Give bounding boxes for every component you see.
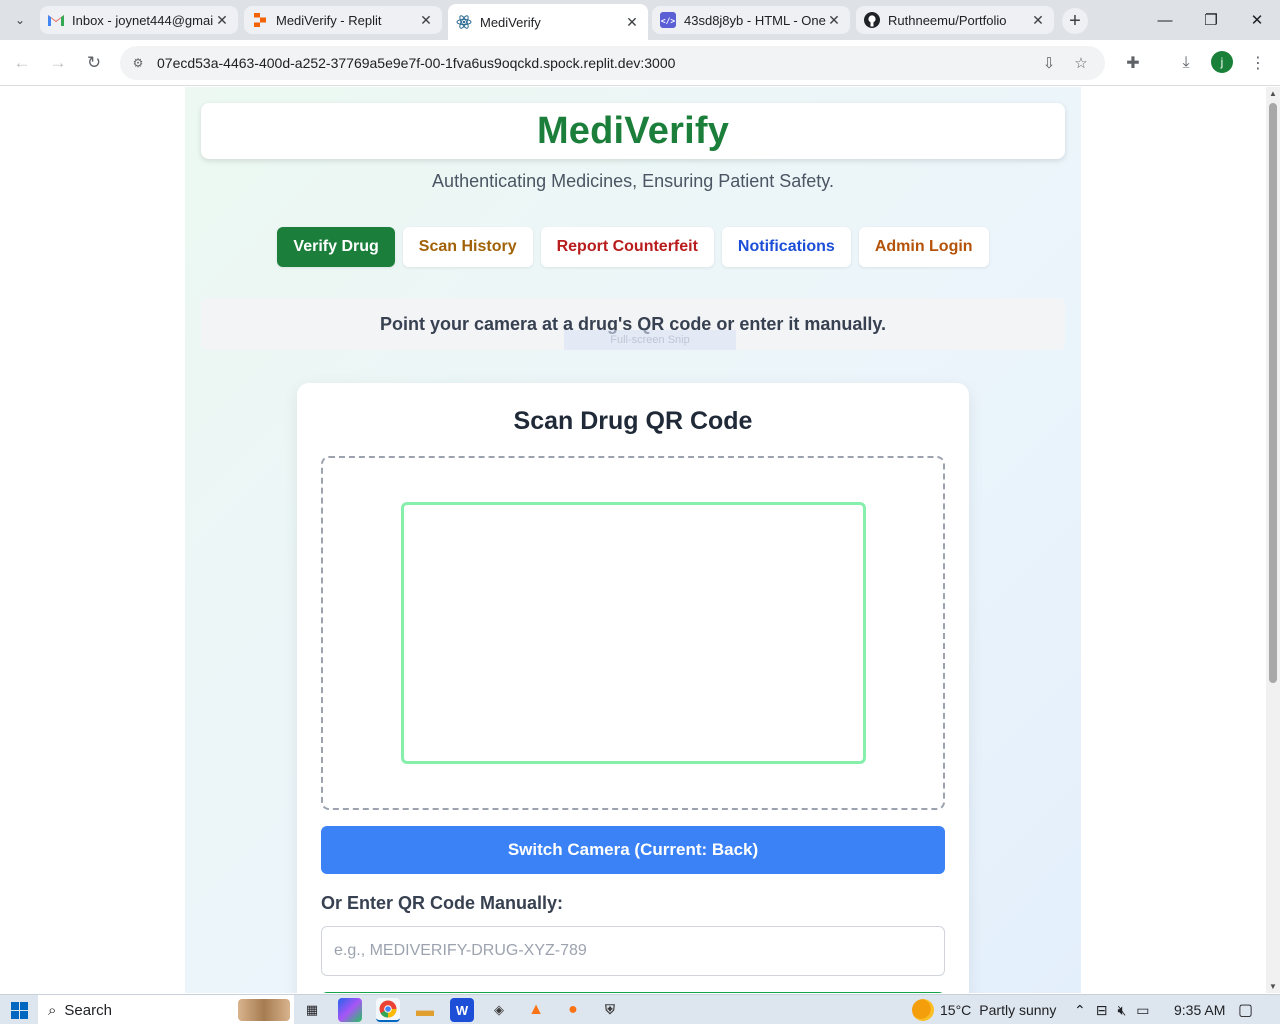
browser-toolbar: ← → ↻ ⚙ 07ecd53a-4463-400d-a252-37769a5e… xyxy=(0,40,1280,86)
nav-scan-history[interactable]: Scan History xyxy=(402,227,533,267)
copilot-icon[interactable] xyxy=(338,998,362,1022)
qr-code-input[interactable] xyxy=(321,926,945,976)
taskbar-search-box[interactable]: ⌕ Search xyxy=(38,995,294,1024)
weather-text: Partly sunny xyxy=(979,1002,1057,1018)
brand-title: MediVerify xyxy=(536,109,730,152)
nav-verify-drug[interactable]: Verify Drug xyxy=(277,227,395,267)
app-container: MediVerify Authenticating Medicines, Ens… xyxy=(185,87,1081,993)
nav-report-counterfeit[interactable]: Report Counterfeit xyxy=(540,227,714,267)
close-tab-icon[interactable]: ✕ xyxy=(1030,12,1046,29)
page-scrollbar[interactable]: ▲ ▼ xyxy=(1266,87,1280,993)
forward-arrow-icon[interactable]: → xyxy=(45,50,71,76)
url-text[interactable]: 07ecd53a-4463-400d-a252-37769a5e9e7f-00-… xyxy=(157,55,675,71)
clock[interactable]: 9:35 AM xyxy=(1174,995,1225,1024)
main-nav: Verify Drug Scan History Report Counterf… xyxy=(185,227,1081,267)
tab-title: MediVerify - Replit xyxy=(276,12,382,28)
extensions-puzzle-icon[interactable]: ✚ xyxy=(1120,50,1146,76)
close-window-icon[interactable]: ✕ xyxy=(1242,8,1272,32)
tagline: Authenticating Medicines, Ensuring Patie… xyxy=(432,171,834,191)
taskbar-search-label: Search xyxy=(64,1001,112,1019)
profile-avatar[interactable]: j xyxy=(1211,51,1233,73)
search-icon: ⌕ xyxy=(48,1001,57,1019)
scroll-up-arrow-icon[interactable]: ▲ xyxy=(1269,89,1277,98)
install-app-icon[interactable]: ⇩ xyxy=(1038,53,1060,73)
site-settings-icon[interactable]: ⚙ xyxy=(130,55,146,71)
react-icon xyxy=(456,14,472,30)
tab-mediverify[interactable]: MediVerify ✕ xyxy=(448,4,648,40)
tab-title: Inbox - joynet444@gmail xyxy=(72,12,214,28)
header-card: MediVerify xyxy=(201,103,1065,159)
camera-scan-area xyxy=(321,456,945,810)
tab-title: 43sd8j8yb - HTML - One( xyxy=(684,12,826,28)
partly-sunny-icon xyxy=(912,999,934,1021)
tab-search-chevron-icon[interactable]: ⌄ xyxy=(8,8,32,32)
close-tab-icon[interactable]: ✕ xyxy=(826,12,842,29)
scrollbar-thumb[interactable] xyxy=(1269,103,1277,683)
reload-icon[interactable]: ↻ xyxy=(81,50,107,76)
chrome-icon[interactable] xyxy=(376,998,400,1022)
github-icon xyxy=(864,12,880,28)
manual-entry-label: Or Enter QR Code Manually: xyxy=(321,893,564,913)
tab-title: MediVerify xyxy=(480,14,541,30)
nav-admin-login[interactable]: Admin Login xyxy=(858,227,989,267)
verify-button[interactable] xyxy=(321,992,945,993)
downloads-icon[interactable]: ⤓ xyxy=(1173,50,1199,76)
file-explorer-icon[interactable]: ▬ xyxy=(413,998,437,1022)
switch-camera-button[interactable]: Switch Camera (Current: Back) xyxy=(321,826,945,874)
notifications-icon[interactable]: ▢ xyxy=(1238,995,1253,1024)
task-view-icon[interactable]: ▦ xyxy=(300,998,324,1022)
bookmark-star-icon[interactable]: ☆ xyxy=(1070,53,1092,73)
tab-title: Ruthneemu/Portfolio xyxy=(888,12,1007,28)
vlc-icon[interactable]: ▲ xyxy=(524,998,548,1022)
minimize-icon[interactable]: — xyxy=(1150,8,1180,32)
new-tab-button[interactable]: + xyxy=(1062,8,1088,34)
battery-icon[interactable]: ▭ xyxy=(1136,1002,1149,1019)
tab-github[interactable]: Ruthneemu/Portfolio ✕ xyxy=(856,6,1054,34)
browser-tab-strip: ⌄ Inbox - joynet444@gmail ✕ MediVerify -… xyxy=(0,0,1280,40)
address-bar[interactable]: ⚙ 07ecd53a-4463-400d-a252-37769a5e9e7f-0… xyxy=(120,46,1105,80)
search-highlight-image xyxy=(238,999,290,1021)
show-hidden-icons-icon[interactable]: ⌃ xyxy=(1074,1002,1086,1019)
security-shield-icon[interactable]: ⛨ xyxy=(598,998,622,1022)
nav-notifications[interactable]: Notifications xyxy=(721,227,851,267)
scan-card: Scan Drug QR Code Switch Camera (Current… xyxy=(297,383,969,993)
word-icon[interactable]: W xyxy=(450,998,474,1022)
qr-scan-frame xyxy=(401,502,866,764)
replit-icon xyxy=(252,12,268,28)
scroll-down-arrow-icon[interactable]: ▼ xyxy=(1269,982,1277,991)
windows-logo-icon xyxy=(10,1001,28,1019)
tab-gmail[interactable]: Inbox - joynet444@gmail ✕ xyxy=(40,6,238,34)
snip-overlay: Full-screen Snip xyxy=(564,330,736,350)
page-viewport: MediVerify Authenticating Medicines, Ens… xyxy=(0,87,1266,993)
app-icon[interactable]: ◈ xyxy=(487,998,511,1022)
close-tab-icon[interactable]: ✕ xyxy=(418,12,434,29)
code-icon: </> xyxy=(660,12,676,28)
gmail-icon xyxy=(48,12,64,28)
svg-text:</>: </> xyxy=(661,17,676,26)
scan-title: Scan Drug QR Code xyxy=(513,407,753,435)
back-arrow-icon[interactable]: ← xyxy=(9,50,35,76)
close-tab-icon[interactable]: ✕ xyxy=(624,14,640,31)
firefox-icon[interactable]: ● xyxy=(561,998,585,1022)
browser-menu-icon[interactable]: ⋮ xyxy=(1245,50,1271,76)
weather-widget[interactable]: 15°C Partly sunny xyxy=(912,995,1056,1024)
volume-muted-icon[interactable]: 🔇︎ xyxy=(1117,1002,1126,1019)
system-tray: ⌃ ⊟ 🔇︎ ▭ xyxy=(1074,995,1150,1024)
tab-html-editor[interactable]: </> 43sd8j8yb - HTML - One( ✕ xyxy=(652,6,850,34)
close-tab-icon[interactable]: ✕ xyxy=(214,12,230,29)
network-icon[interactable]: ⊟ xyxy=(1096,1002,1108,1019)
windows-taskbar: ⌕ Search ▦ ▬ W ◈ ▲ ● ⛨ 15°C Partly sunny… xyxy=(0,994,1280,1024)
tab-replit[interactable]: MediVerify - Replit ✕ xyxy=(244,6,442,34)
restore-icon[interactable]: ❐ xyxy=(1196,8,1226,32)
start-button[interactable] xyxy=(0,995,38,1024)
weather-temp: 15°C xyxy=(940,1002,972,1018)
